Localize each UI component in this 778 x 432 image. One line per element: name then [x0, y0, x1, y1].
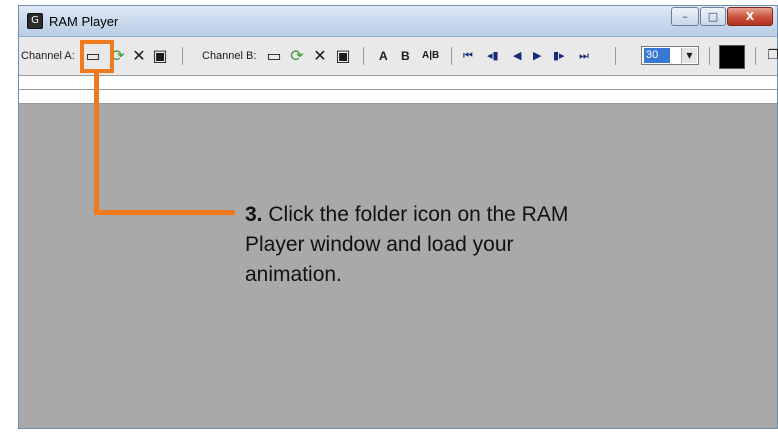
timeline-strip[interactable] [19, 76, 777, 104]
folder-icon-highlight [80, 40, 114, 73]
chevron-down-icon[interactable]: ▼ [681, 48, 697, 63]
toolbar-separator [363, 47, 364, 65]
close-channel-icon[interactable]: ✕ [129, 46, 149, 66]
channel-b-label: Channel B: [202, 50, 257, 62]
channel-a-button[interactable]: A [379, 46, 388, 66]
toolbar-separator [182, 47, 183, 65]
toolbar-separator [755, 47, 756, 65]
close-channel-icon-b[interactable]: ✕ [310, 46, 330, 66]
maximize-button[interactable]: □ [700, 7, 726, 26]
instruction-text: Click the folder icon on the RAM Player … [245, 203, 569, 286]
callout-line-vertical [94, 73, 99, 215]
minimize-button[interactable]: – [671, 7, 699, 26]
frame-rate-value: 30 [644, 48, 670, 63]
toolbar-separator [709, 47, 710, 65]
toolbar: Channel A: ▭ ⟳ ✕ ▣ Channel B: ▭ ⟳ ✕ ▣ A … [19, 37, 778, 76]
toolbar-separator [615, 47, 616, 65]
frame-rate-select[interactable]: 30 ▼ [641, 46, 699, 65]
save-disk-icon[interactable]: ▣ [150, 46, 170, 66]
callout-line-horizontal [94, 210, 235, 215]
instruction-callout: 3. Click the folder icon on the RAM Play… [245, 200, 605, 290]
open-folder-icon-b[interactable]: ▭ [264, 46, 284, 66]
channel-a-label: Channel A: [21, 50, 75, 62]
step-number: 3. [245, 203, 263, 226]
close-button[interactable]: X [727, 7, 773, 26]
cache-reload-icon-b[interactable]: ⟳ [287, 46, 307, 66]
next-frame-icon[interactable]: ▮▸ [553, 46, 565, 66]
divider [19, 89, 777, 90]
split-ab-button[interactable]: A|B [422, 46, 439, 66]
play-reverse-icon[interactable]: ◀ [513, 46, 521, 66]
go-to-start-icon[interactable]: ⏮ [463, 46, 473, 66]
divider [19, 103, 777, 104]
channel-b-button[interactable]: B [401, 46, 410, 66]
background-color-swatch[interactable] [719, 45, 745, 69]
window-title: RAM Player [49, 14, 119, 29]
previous-frame-icon[interactable]: ◂▮ [487, 46, 499, 66]
save-disk-icon-b[interactable]: ▣ [333, 46, 353, 66]
play-forward-icon[interactable]: ▶ [533, 46, 541, 66]
go-to-end-icon[interactable]: ⏭ [579, 46, 589, 66]
toolbar-separator [451, 47, 452, 65]
title-bar[interactable]: G RAM Player – □ X [19, 6, 777, 37]
restore-window-icon[interactable]: ❐ [763, 46, 778, 66]
app-icon[interactable]: G [27, 13, 43, 29]
